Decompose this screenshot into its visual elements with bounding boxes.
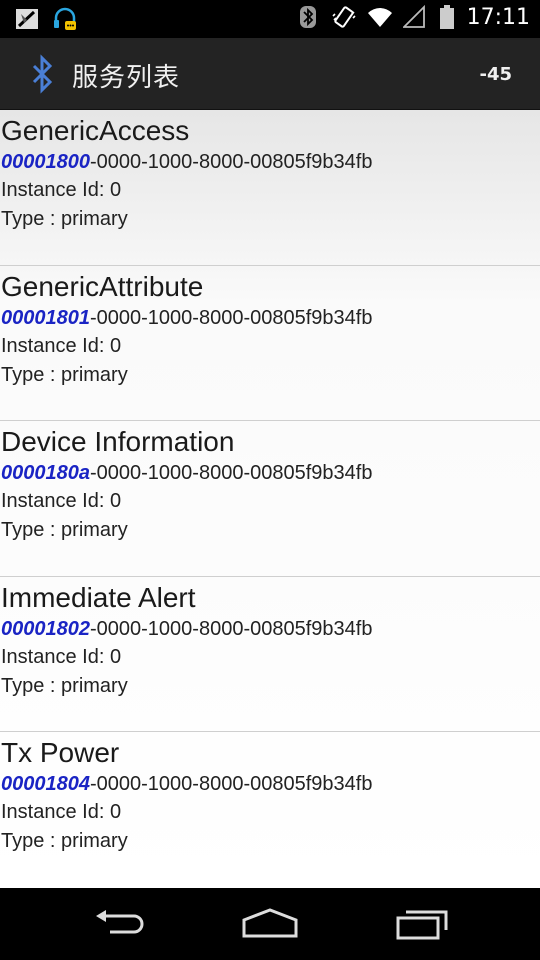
signal-icon — [401, 4, 429, 30]
status-bar: 17:11 — [0, 0, 540, 38]
service-type: Type : primary — [1, 363, 128, 386]
service-uuid-rest: -0000-1000-8000-00805f9b34fb — [89, 151, 373, 173]
service-uuid-rest: -0000-1000-8000-00805f9b34fb — [89, 617, 373, 640]
service-uuid: 00001802-0000-1000-8000-00805f9b34fb — [1, 615, 540, 643]
service-uuid: 00001801-0000-1000-8000-00805f9b34fb — [1, 304, 540, 332]
service-instance-id: Instance Id: 0 — [1, 334, 122, 357]
service-instance-id: Instance Id: 0 — [1, 645, 122, 668]
service-uuid-rest: -0000-1000-8000-00805f9b34fb — [89, 773, 373, 795]
service-name: GenericAccess — [1, 115, 190, 146]
service-uuid-rest: -0000-1000-8000-00805f9b34fb — [89, 462, 373, 484]
service-uuid-short: 00001801 — [1, 306, 90, 329]
action-bar: 服务列表 -45 — [0, 38, 540, 110]
service-instance-id: Instance Id: 0 — [1, 179, 122, 201]
rssi-value: -45 — [479, 64, 512, 85]
service-item[interactable]: GenericAttribute 00001801-0000-1000-8000… — [0, 266, 540, 421]
service-uuid-short: 00001804 — [1, 773, 90, 795]
service-item[interactable]: Immediate Alert 00001802-0000-1000-8000-… — [0, 577, 540, 732]
service-item[interactable]: GenericAccess 00001800-0000-1000-8000-00… — [0, 110, 540, 266]
service-uuid-short: 0000180a — [1, 462, 90, 484]
bluetooth-icon — [295, 4, 321, 30]
service-name: Tx Power — [1, 737, 120, 768]
service-list: GenericAccess 00001800-0000-1000-8000-00… — [0, 110, 540, 888]
service-name: GenericAttribute — [1, 270, 204, 302]
service-type: Type : primary — [1, 208, 128, 230]
battery-icon — [439, 4, 455, 30]
service-item[interactable]: Tx Power 00001804-0000-1000-8000-00805f9… — [0, 732, 540, 888]
page-title: 服务列表 — [72, 63, 181, 93]
vibrate-icon — [331, 4, 357, 30]
service-instance-id: Instance Id: 0 — [1, 801, 122, 823]
service-uuid-short: 00001800 — [1, 151, 90, 173]
service-type: Type : primary — [1, 519, 128, 541]
service-type: Type : primary — [1, 674, 128, 697]
service-instance-id: Instance Id: 0 — [1, 490, 122, 512]
service-uuid-rest: -0000-1000-8000-00805f9b34fb — [89, 306, 373, 329]
service-name: Device Information — [1, 426, 235, 457]
service-uuid: 00001800-0000-1000-8000-00805f9b34fb — [1, 148, 540, 176]
wifi-icon — [367, 4, 393, 30]
service-uuid-short: 00001802 — [1, 617, 90, 640]
service-name: Immediate Alert — [1, 581, 196, 613]
recents-icon[interactable] — [392, 906, 452, 942]
navigation-bar — [0, 888, 540, 960]
headset-chat-icon — [52, 6, 78, 32]
bluetooth-icon[interactable] — [30, 54, 54, 94]
back-icon[interactable] — [90, 906, 150, 942]
home-icon[interactable] — [240, 906, 300, 942]
status-time: 17:11 — [466, 4, 530, 30]
service-uuid: 0000180a-0000-1000-8000-00805f9b34fb — [1, 459, 540, 487]
service-item[interactable]: Device Information 0000180a-0000-1000-80… — [0, 421, 540, 577]
service-uuid: 00001804-0000-1000-8000-00805f9b34fb — [1, 770, 540, 798]
no-sim-icon — [14, 6, 40, 32]
service-type: Type : primary — [1, 830, 128, 852]
